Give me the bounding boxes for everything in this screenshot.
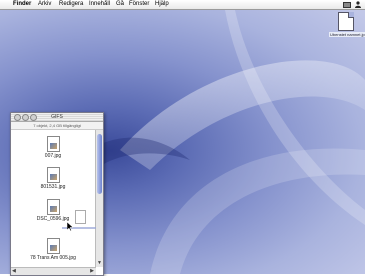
window-titlebar[interactable]: GIFS xyxy=(11,113,103,122)
battery-icon[interactable] xyxy=(343,2,351,8)
window-title: GIFS xyxy=(51,114,63,120)
menu-ga[interactable]: Gå xyxy=(116,0,124,9)
document-icon xyxy=(338,12,354,31)
menu-finder[interactable]: Finder xyxy=(13,0,31,9)
vertical-scrollbar[interactable]: ▼ xyxy=(95,130,103,267)
image-file-icon xyxy=(46,136,60,152)
window-status: 7 objekt, 2,4 GB tillgängligt xyxy=(11,122,103,130)
menu-innehall[interactable]: Innehåll xyxy=(89,0,110,9)
menu-arkiv[interactable]: Arkiv xyxy=(38,0,51,9)
file-item[interactable]: 007.jpg xyxy=(23,136,83,159)
scroll-down-arrow-icon[interactable]: ▼ xyxy=(97,260,102,267)
desktop-file-label: Ubenstet namnet.jpg xyxy=(329,32,365,37)
image-file-icon xyxy=(46,238,60,254)
file-list: 007.jpg 801531.jpg DSC_0596.jpg 78 Trans… xyxy=(11,130,95,267)
file-name: 007.jpg xyxy=(44,153,62,159)
image-file-icon xyxy=(46,199,60,215)
scroll-thumb[interactable] xyxy=(97,134,102,194)
dragged-file-icon xyxy=(74,210,86,224)
user-icon[interactable] xyxy=(355,1,361,8)
file-name: 78 Trans Am 005.jpg xyxy=(30,255,76,261)
menu-fonster[interactable]: Fönster xyxy=(129,0,149,9)
file-name: 801531.jpg xyxy=(40,184,66,190)
file-item[interactable]: 78 Trans Am 005.jpg xyxy=(23,238,83,261)
mouse-pointer-icon xyxy=(67,222,73,231)
menu-redigera[interactable]: Redigera xyxy=(59,0,83,9)
file-item[interactable]: 801531.jpg xyxy=(23,167,83,190)
desktop-file-icon[interactable]: Ubenstet namnet.jpg xyxy=(329,12,365,37)
finder-window[interactable]: GIFS 7 objekt, 2,4 GB tillgängligt 007.j… xyxy=(10,112,104,276)
image-file-icon xyxy=(46,167,60,183)
menu-hjalp[interactable]: Hjälp xyxy=(155,0,169,9)
menu-bar: Finder Arkiv Redigera Innehåll Gå Fönste… xyxy=(0,0,365,10)
